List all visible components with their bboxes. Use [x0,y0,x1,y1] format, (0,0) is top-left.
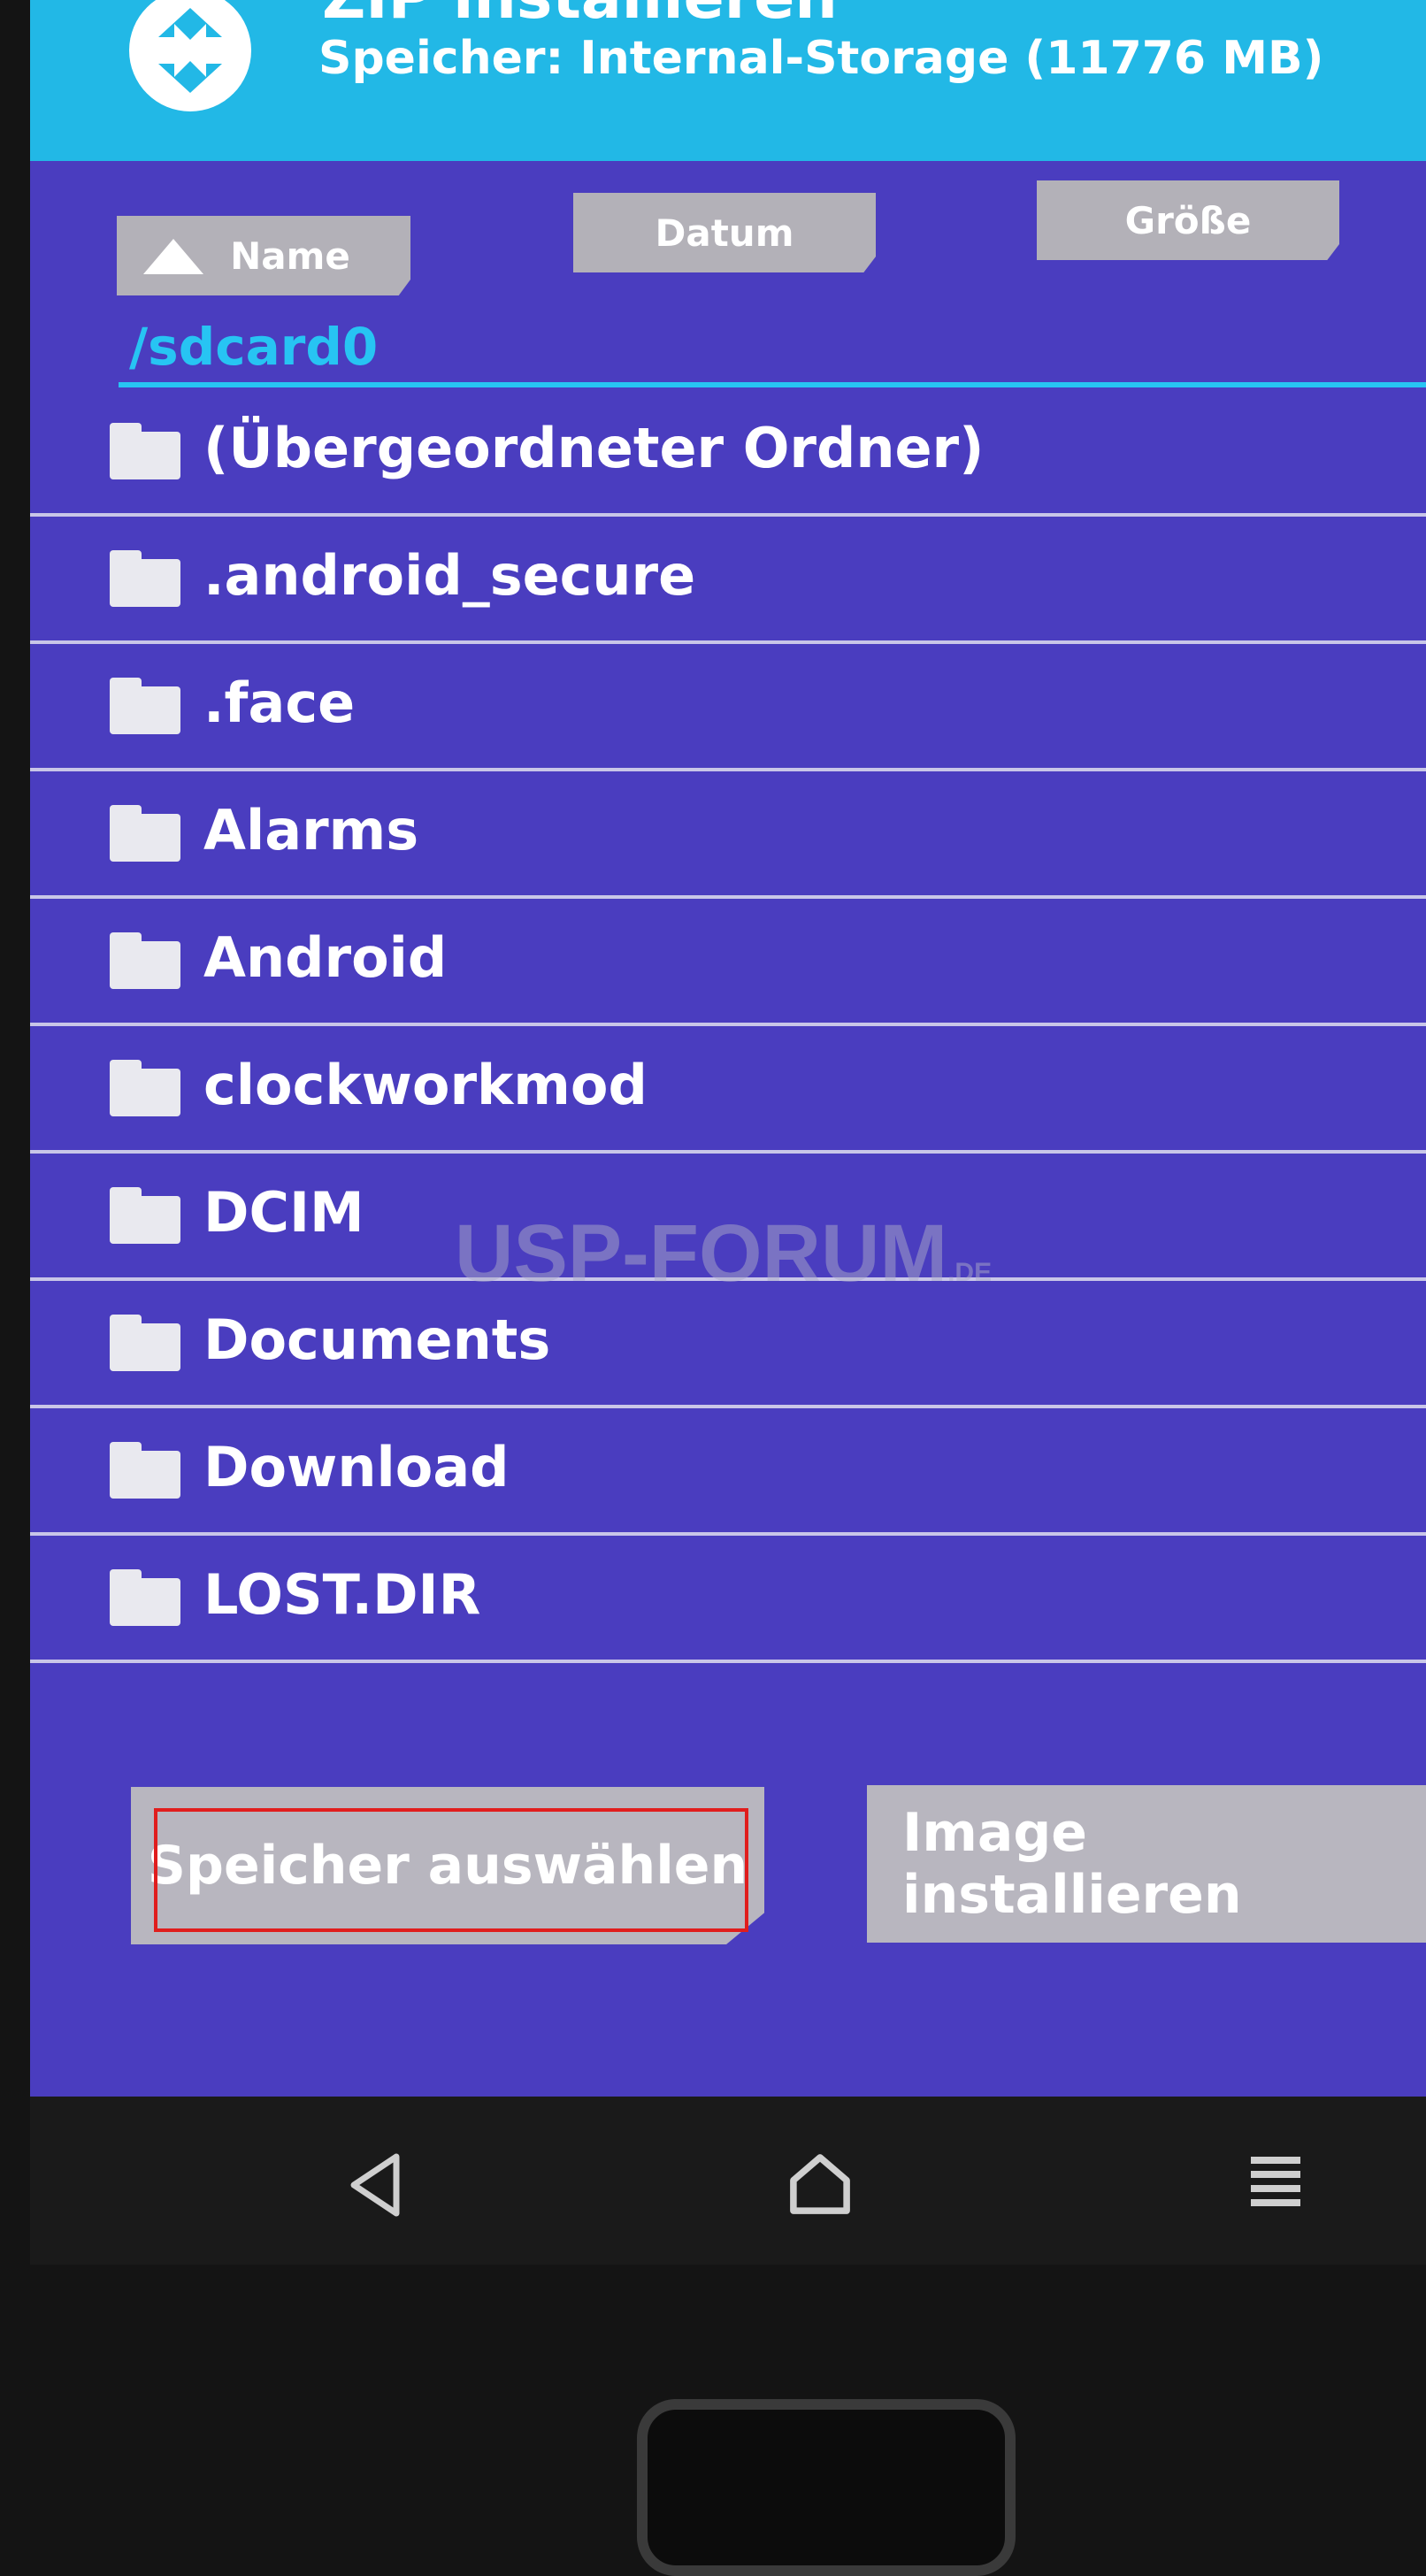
list-item-label: (Übergeordneter Ordner) [203,416,985,480]
folder-icon [110,1569,180,1626]
list-item[interactable]: Android [30,899,1426,1026]
folder-icon [110,423,180,479]
folder-icon [110,1060,180,1116]
watermark-text: USP-FORUM [455,1208,948,1299]
home-icon[interactable] [782,2146,858,2222]
list-item-label: .android_secure [203,543,696,608]
folder-icon [110,932,180,989]
list-item-label: Alarms [203,798,419,862]
list-item-label: LOST.DIR [203,1562,481,1627]
folder-icon [110,550,180,607]
list-item-label: clockworkmod [203,1053,648,1117]
sort-by-date-button[interactable]: Datum [573,193,876,272]
list-item-label: .face [203,671,356,735]
sort-date-label: Datum [655,211,794,255]
list-item[interactable]: (Übergeordneter Ordner) [30,389,1426,517]
folder-icon [110,1442,180,1499]
sort-ascending-icon [143,239,203,274]
current-path: /sdcard0 [129,317,379,377]
storage-info: Speicher: Internal-Storage (11776 MB) [318,32,1324,85]
sort-name-label: Name [230,234,350,278]
header-bar: ZIP installieren Speicher: Internal-Stor… [30,0,1426,161]
list-item-label: Android [203,925,448,990]
watermark-suffix: .DE [947,1258,993,1287]
path-divider [119,382,1426,387]
list-item[interactable]: Download [30,1408,1426,1536]
list-item[interactable]: Alarms [30,771,1426,899]
highlight-box [154,1808,748,1932]
list-item-label: DCIM [203,1180,364,1245]
install-image-button[interactable]: Image installieren [867,1785,1426,1943]
twrp-logo-icon [129,0,251,111]
list-item-label: Documents [203,1307,551,1372]
folder-icon [110,805,180,862]
folder-icon [110,678,180,734]
list-item[interactable]: clockworkmod [30,1026,1426,1154]
menu-icon[interactable] [1240,2146,1311,2217]
sort-size-label: Größe [1124,198,1252,242]
navigation-bar [30,2097,1426,2265]
list-item[interactable]: LOST.DIR [30,1536,1426,1663]
install-image-label: Image installieren [902,1802,1242,1926]
list-item[interactable]: .face [30,644,1426,771]
back-icon[interactable] [340,2150,410,2220]
sort-by-size-button[interactable]: Größe [1037,180,1339,260]
recovery-screen: ZIP installieren Speicher: Internal-Stor… [30,0,1426,2097]
folder-icon [110,1315,180,1371]
folder-icon [110,1187,180,1244]
sort-by-name-button[interactable]: Name [117,216,410,295]
list-item-label: Download [203,1435,510,1499]
watermark: USP-FORUM.DE [455,1208,992,1300]
hardware-home-button[interactable] [637,2399,1016,2576]
page-title: ZIP installieren [322,0,838,33]
list-item[interactable]: .android_secure [30,517,1426,644]
